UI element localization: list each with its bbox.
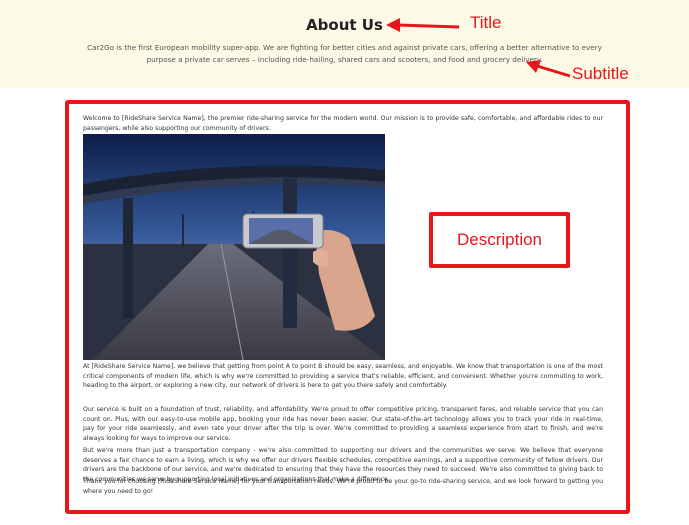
title-annotation-arrow-icon [386, 18, 460, 32]
description-annotation-box: Description [429, 212, 570, 268]
page-title: About Us [306, 16, 383, 34]
subtitle-annotation-label: Subtitle [572, 64, 629, 83]
description-paragraph-1: At [RideShare Service Name], we believe … [83, 363, 603, 390]
description-annotation-label: Description [456, 230, 543, 249]
subtitle-annotation-arrow-icon [526, 60, 571, 78]
description-intro: Welcome to [RideShare Service Name], the… [83, 115, 603, 132]
description-paragraph-2: Our service is built on a foundation of … [83, 406, 603, 442]
description-paragraph-4: Thank you for choosing [RideShare Servic… [83, 478, 603, 495]
road-photo [83, 134, 385, 360]
title-annotation-label: Title [470, 13, 502, 32]
